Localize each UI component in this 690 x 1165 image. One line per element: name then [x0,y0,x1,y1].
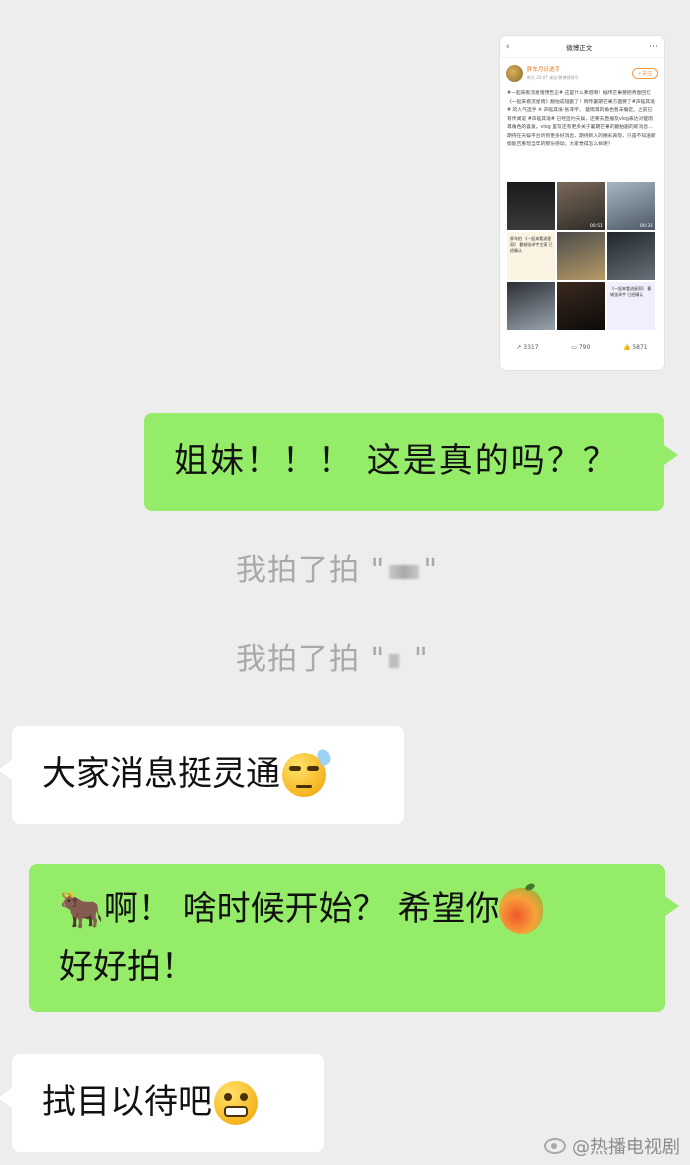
message-text: 啊！ 啥时候开始？ 希望你 [103,889,500,930]
sweat-smile-icon [282,747,334,797]
grid-photo: 00:31 [607,182,655,230]
chat-bubble-outgoing[interactable]: 🐂啊！ 啥时候开始？ 希望你 好好拍！ [29,864,679,1012]
shared-image-message[interactable]: ‹ 微博正文 ⋯ 胖车月日选手 昨天 20:07 来自 微博视频号 +关注 #一… [500,36,664,370]
mini-follow-button: +关注 [631,67,658,79]
pat-notice: 我拍了拍 " " [236,642,429,677]
grid-photo [557,232,605,280]
video-duration: 00:31 [640,224,653,229]
grid-photo: 《一起来看流星雨》 暮城张泽宇 已经确认 [607,282,655,330]
mini-author-row: 胖车月日选手 昨天 20:07 来自 微博视频号 +关注 [500,58,664,88]
chat-bubble-incoming[interactable]: 大家消息挺灵通 [0,726,404,824]
more-icon: ⋯ [648,41,658,52]
grid-photo [557,282,605,330]
mini-comment: ▭ 790 [571,344,591,351]
blurred-name [389,653,400,668]
grid-caption: 胖车拍 《一起来看流星雨》 暮城张泽宇主演 已经确认 [510,236,553,253]
grid-caption: 《一起来看流星雨》 暮城张泽宇 已经确认 [610,286,652,297]
blurred-name [389,564,420,579]
mini-weibo-header: ‹ 微博正文 ⋯ [500,36,664,58]
repost-icon: ↗ [516,344,522,351]
mini-header-title: 微博正文 [566,43,593,52]
grid-photo [507,182,555,230]
video-duration: 00:51 [590,224,603,229]
message-text: 姐妹！！！ 这是真的吗？？ [174,441,619,482]
grin-icon [214,1081,258,1125]
pat-notice: 我拍了拍 " " [236,553,439,588]
comment-icon: ▭ [571,344,577,351]
chat-bubble-incoming[interactable]: 拭目以待吧 [0,1054,324,1152]
mini-post-text: #一起来看流星雨预告正# 这是什么弗塔啊！据传芒果要把青春回忆《一起来看流星雨》… [507,91,656,147]
grid-photo: 00:51 [557,182,605,230]
pat-text: 我拍了拍 " [236,553,386,588]
like-icon: 👍 [622,344,631,351]
cow-icon: 🐂 [59,889,104,931]
message-text: 好好拍！ [59,946,195,987]
message-text: 大家消息挺灵通 [42,754,280,795]
mini-author-meta: 昨天 20:07 来自 微博视频号 [527,75,579,80]
mini-author-name: 胖车月日选手 [527,67,561,73]
chat-bubble-outgoing[interactable]: 姐妹！！！ 这是真的吗？？ [144,413,678,511]
message-text: 拭目以待吧 [42,1082,212,1123]
mini-action-bar: ↗ 3317 ▭ 790 👍 5871 [500,344,664,351]
back-arrow-icon: ‹ [506,41,510,52]
mini-photo-grid: 00:51 00:31 胖车拍 《一起来看流星雨》 暮城张泽宇主演 已经确认 《… [500,182,664,330]
mini-like: 👍 5871 [622,344,648,351]
grid-photo [507,282,555,330]
watermark: @热播电视剧 [544,1133,680,1159]
grid-photo [607,232,655,280]
pat-text: 我拍了拍 " [236,642,386,677]
grid-photo: 胖车拍 《一起来看流星雨》 暮城张泽宇主演 已经确认 [507,232,555,280]
avatar [506,64,523,82]
weibo-icon [544,1138,566,1154]
mini-repost: ↗ 3317 [516,344,539,351]
mango-icon [499,887,544,934]
watermark-text: @热播电视剧 [572,1137,680,1158]
